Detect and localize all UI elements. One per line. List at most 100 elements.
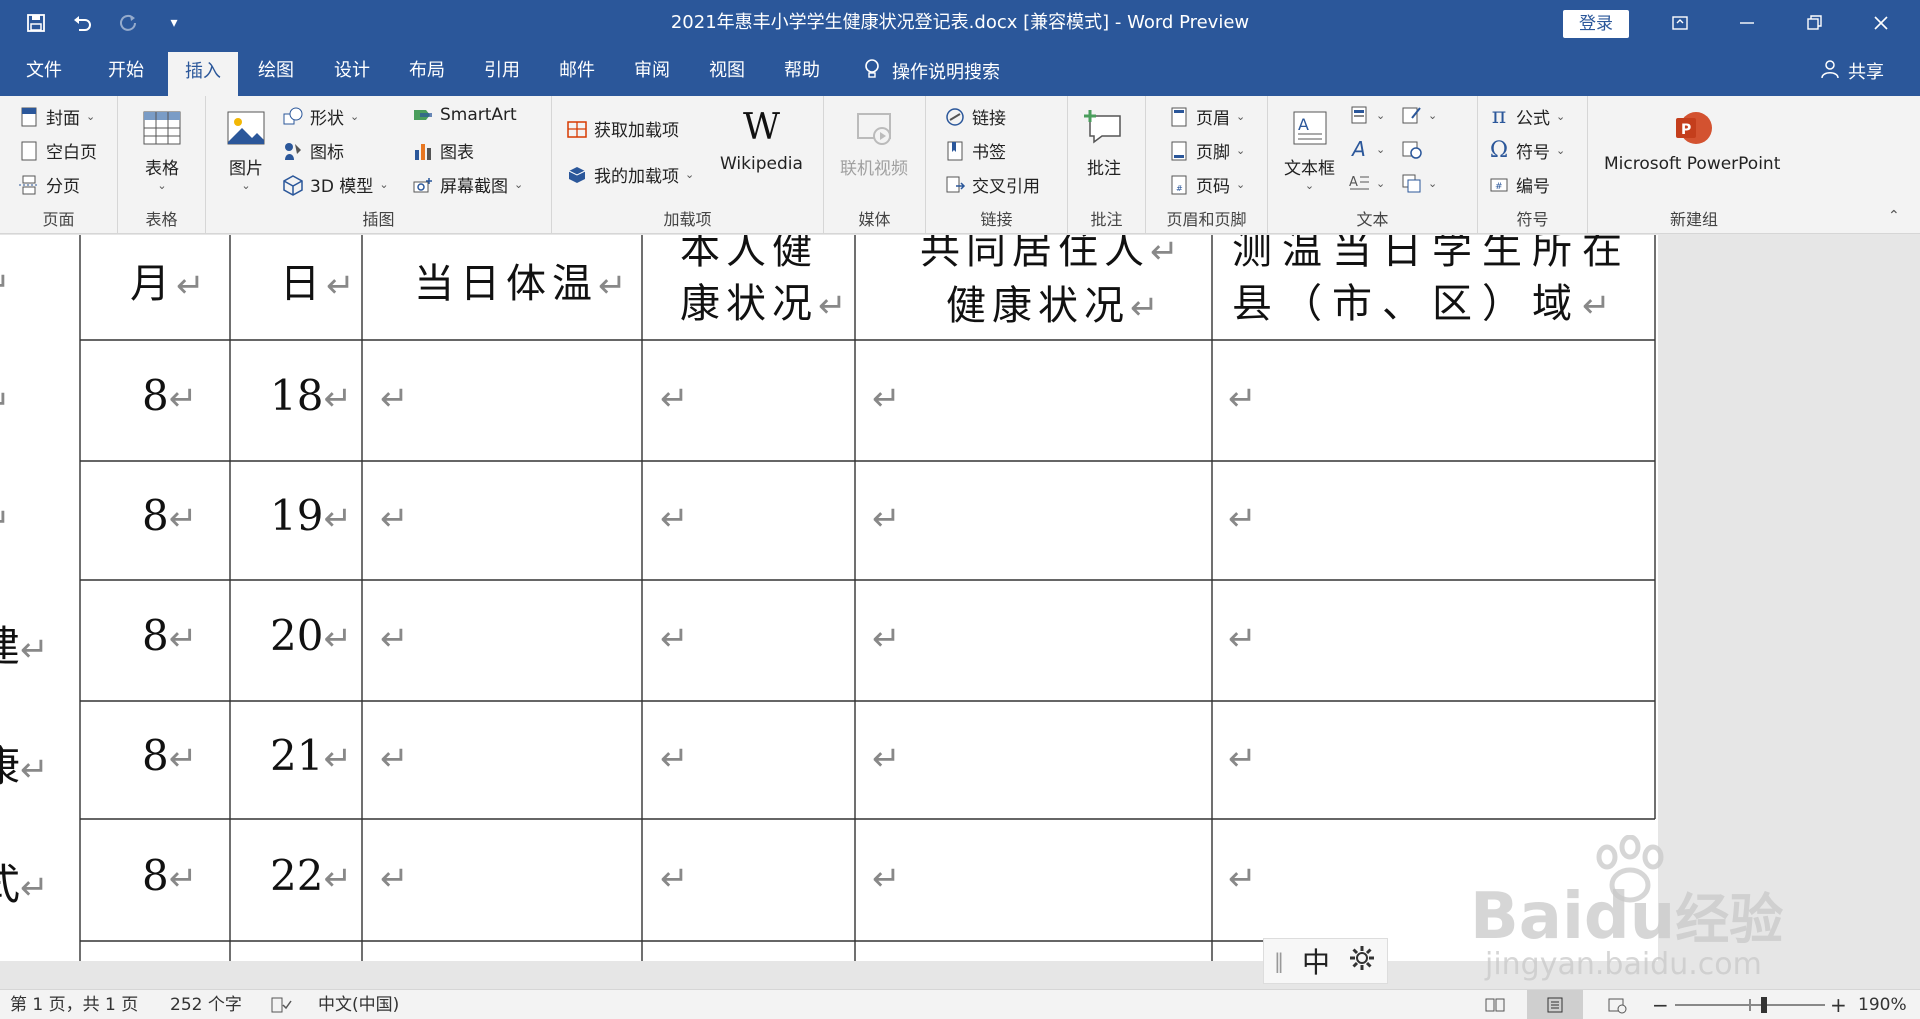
equation-button[interactable]: π 公式 ⌄ [1488,104,1565,129]
tab-references[interactable]: 引用 [472,46,532,96]
online-video-button[interactable]: 联机视频 [840,106,908,179]
drop-cap-button[interactable]: A ⌄ [1348,172,1385,194]
cell-month[interactable]: 8↵ [142,611,197,660]
word-count[interactable]: 252 个字 [170,990,242,1019]
cell-location[interactable]: ↵ [1228,851,1257,900]
blank-page-button[interactable]: 空白页 [18,138,97,163]
3d-models-button[interactable]: 3D 模型 ⌄ [282,172,389,197]
page-break-icon [18,174,40,196]
cover-page-button[interactable]: 封面 ⌄ [18,104,95,129]
tab-file[interactable]: 文件 [14,46,74,96]
my-addins-button[interactable]: 我的加载项 ⌄ [566,162,694,187]
textbox-button[interactable]: A 文本框 ⌄ [1284,106,1335,192]
close-icon[interactable] [1851,0,1911,46]
table-button[interactable]: 表格 ⌄ [140,106,184,192]
print-layout-icon[interactable] [1527,990,1583,1019]
cell-location[interactable]: ↵ [1228,491,1257,540]
cell-self-health[interactable]: ↵ [660,491,689,540]
minimize-icon[interactable] [1717,0,1777,46]
symbol-button[interactable]: Ω 符号 ⌄ [1488,138,1565,163]
tab-draw[interactable]: 绘图 [246,46,306,96]
proofing-icon[interactable] [270,990,292,1019]
ime-mode-toggle[interactable]: 中 [1302,941,1330,981]
cell-location[interactable]: ↵ [1228,611,1257,660]
cell-self-health[interactable]: ↵ [660,611,689,660]
cell-self-health[interactable]: ↵ [660,731,689,780]
cell-self-health[interactable]: ↵ [660,371,689,420]
powerpoint-button[interactable]: P Microsoft PowerPoint [1604,106,1780,174]
cell-cohabitant-health[interactable]: ↵ [872,371,901,420]
cell-day[interactable]: 20↵ [270,611,352,660]
ribbon-display-icon[interactable] [1650,0,1710,46]
shapes-button[interactable]: 形状 ⌄ [282,104,359,129]
header-button[interactable]: 页眉 ⌄ [1168,104,1245,129]
page-break-button[interactable]: 分页 [18,172,80,197]
tab-view[interactable]: 视图 [697,46,757,96]
cell-month[interactable]: 8↵ [142,851,197,900]
tab-review[interactable]: 审阅 [622,46,682,96]
document-page[interactable]: 月↵ 日↵ 当日体温↵ 本人健 康状况↵ 共同居住人↵ 健康状况↵ 测温当日学生所在… [0,235,1658,961]
cell-temp[interactable]: ↵ [380,371,409,420]
login-button[interactable]: 登录 [1563,10,1629,38]
ime-drag-handle[interactable]: ‖ [1274,949,1284,973]
cell-temp[interactable]: ↵ [380,611,409,660]
zoom-level[interactable]: 190% [1858,990,1907,1019]
date-time-button[interactable] [1400,138,1422,160]
cell-day[interactable]: 21↵ [270,731,352,780]
number-button[interactable]: # 编号 [1488,172,1550,197]
cell-location[interactable]: ↵ [1228,371,1257,420]
cell-month[interactable]: 8↵ [142,371,197,420]
cell-day[interactable]: 18↵ [270,371,352,420]
cell-location[interactable]: ↵ [1228,731,1257,780]
cell-cohabitant-health[interactable]: ↵ [872,491,901,540]
cell-month[interactable]: 8↵ [142,731,197,780]
bookmark-button[interactable]: 书签 [944,138,1006,163]
quick-parts-button[interactable]: ⌄ [1348,104,1385,126]
cell-month[interactable]: 8↵ [142,491,197,540]
cell-day[interactable]: 19↵ [270,491,352,540]
tab-mailings[interactable]: 邮件 [547,46,607,96]
zoom-slider[interactable] [1675,990,1825,1019]
page-number-button[interactable]: # 页码 ⌄ [1168,172,1245,197]
new-comment-button[interactable]: 批注 [1082,106,1126,179]
share-button[interactable]: 共享 [1820,46,1884,96]
tell-me-search[interactable]: 操作说明搜索 [862,46,1000,96]
vertical-scrollbar[interactable] [1900,235,1920,961]
page-count[interactable]: 第 1 页，共 1 页 [10,990,138,1019]
read-mode-icon[interactable] [1484,990,1506,1019]
cell-temp[interactable]: ↵ [380,851,409,900]
object-button[interactable]: ⌄ [1400,172,1437,194]
cell-cohabitant-health[interactable]: ↵ [872,731,901,780]
wikipedia-button[interactable]: W Wikipedia [720,106,803,174]
signature-line-button[interactable]: ⌄ [1400,104,1437,126]
web-layout-icon[interactable] [1606,990,1628,1019]
icons-button[interactable]: 图标 [282,138,344,163]
chart-button[interactable]: 图表 [412,138,474,163]
tab-design[interactable]: 设计 [322,46,382,96]
cell-temp[interactable]: ↵ [380,491,409,540]
tab-home[interactable]: 开始 [96,46,156,96]
screenshot-button[interactable]: 屏幕截图 ⌄ [412,172,523,197]
person-icon [1820,59,1840,84]
tab-insert[interactable]: 插入 [168,52,238,96]
cell-day[interactable]: 22↵ [270,851,352,900]
footer-button[interactable]: 页脚 ⌄ [1168,138,1245,163]
picture-button[interactable]: 图片 ⌄ [224,106,268,192]
zoom-in-button[interactable]: + [1830,990,1847,1019]
zoom-out-button[interactable]: − [1652,990,1669,1019]
wordart-button[interactable]: A ⌄ [1348,137,1385,161]
cell-temp[interactable]: ↵ [380,731,409,780]
collapse-ribbon-icon[interactable]: ⌃ [1888,208,1900,224]
cell-self-health[interactable]: ↵ [660,851,689,900]
cross-reference-button[interactable]: 交叉引用 [944,172,1040,197]
gear-icon[interactable] [1348,944,1376,979]
cell-cohabitant-health[interactable]: ↵ [872,611,901,660]
tab-help[interactable]: 帮助 [772,46,832,96]
restore-icon[interactable] [1784,0,1844,46]
language[interactable]: 中文(中国) [318,990,399,1019]
get-addins-button[interactable]: 获取加载项 [566,116,679,141]
tab-layout[interactable]: 布局 [397,46,457,96]
link-button[interactable]: 链接 [944,104,1006,129]
smartart-button[interactable]: SmartArt [412,104,517,126]
cell-cohabitant-health[interactable]: ↵ [872,851,901,900]
